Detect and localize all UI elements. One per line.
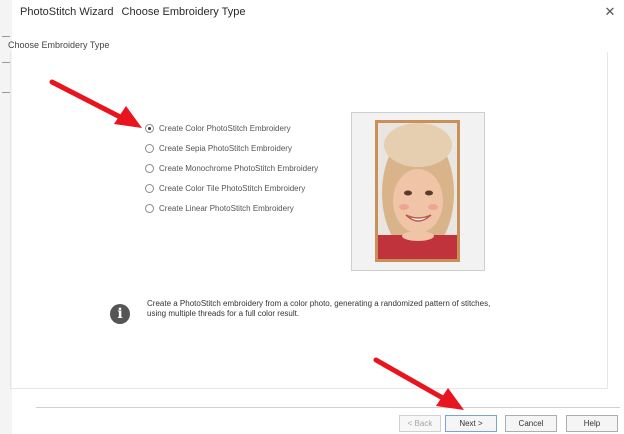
radio-button-checked[interactable] bbox=[145, 123, 154, 133]
option-label: Create Linear PhotoStitch Embroidery bbox=[159, 203, 294, 213]
footer-divider bbox=[36, 407, 620, 408]
window-title-app: PhotoStitch Wizard bbox=[20, 6, 114, 18]
option-label: Create Color Tile PhotoStitch Embroidery bbox=[159, 183, 306, 193]
option-label: Create Color PhotoStitch Embroidery bbox=[159, 123, 291, 133]
radio-button[interactable] bbox=[145, 163, 154, 173]
embroidery-type-options: Create Color PhotoStitch Embroidery Crea… bbox=[145, 118, 318, 218]
title-bar: PhotoStitch Wizard Choose Embroidery Type… bbox=[12, 0, 624, 26]
options-panel bbox=[10, 52, 608, 389]
window-title: PhotoStitch Wizard Choose Embroidery Type bbox=[20, 6, 245, 18]
child-portrait-image bbox=[378, 123, 457, 259]
description-text: Create a PhotoStitch embroidery from a c… bbox=[147, 299, 491, 318]
option-label: Create Monochrome PhotoStitch Embroidery bbox=[159, 163, 319, 173]
preview-panel bbox=[351, 112, 485, 271]
option-label: Create Sepia PhotoStitch Embroidery bbox=[159, 143, 292, 153]
cancel-button[interactable]: Cancel bbox=[505, 415, 557, 432]
option-monochrome[interactable]: Create Monochrome PhotoStitch Embroidery bbox=[145, 158, 318, 178]
back-button[interactable]: < Back bbox=[399, 415, 441, 432]
help-button[interactable]: Help bbox=[566, 415, 618, 432]
close-button[interactable]: ✕ bbox=[602, 4, 618, 20]
info-icon: i bbox=[110, 304, 130, 324]
next-button[interactable]: Next > bbox=[445, 415, 497, 432]
option-linear[interactable]: Create Linear PhotoStitch Embroidery bbox=[145, 198, 318, 218]
radio-button[interactable] bbox=[145, 143, 154, 153]
option-sepia[interactable]: Create Sepia PhotoStitch Embroidery bbox=[145, 138, 318, 158]
radio-button[interactable] bbox=[145, 183, 154, 193]
radio-button[interactable] bbox=[145, 203, 154, 213]
option-color[interactable]: Create Color PhotoStitch Embroidery bbox=[145, 118, 318, 138]
option-color-tile[interactable]: Create Color Tile PhotoStitch Embroidery bbox=[145, 178, 318, 198]
window-title-page: Choose Embroidery Type bbox=[121, 6, 246, 18]
preview-photo bbox=[375, 120, 460, 262]
group-label: Choose Embroidery Type bbox=[8, 40, 110, 50]
